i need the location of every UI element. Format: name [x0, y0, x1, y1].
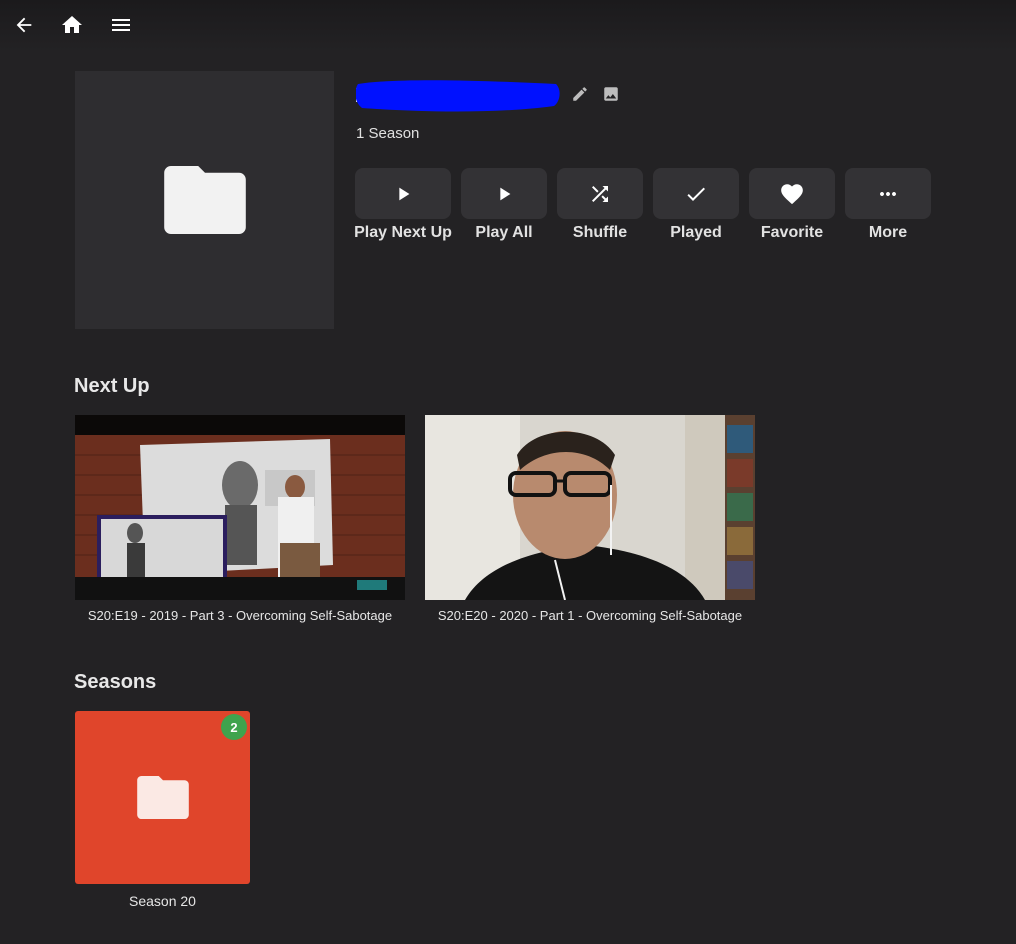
next-up-heading: Next Up: [74, 375, 150, 397]
menu-button[interactable]: [106, 10, 136, 40]
top-app-bar: [0, 0, 1016, 52]
more-horiz-icon: [880, 191, 896, 196]
play-next-up-box: [355, 168, 451, 219]
season-count: 1 Season: [356, 125, 420, 142]
image-icon: [604, 87, 618, 101]
shuffle-box: [557, 168, 643, 219]
more-label: More: [868, 224, 908, 241]
episode-thumbnail: [425, 415, 755, 600]
more-box: [845, 168, 931, 219]
play-icon: [399, 187, 410, 200]
shuffle-label: Shuffle: [572, 224, 628, 241]
back-button[interactable]: [9, 10, 39, 40]
played-label: Played: [670, 224, 722, 241]
episode-thumbnail: [75, 415, 405, 600]
played-button[interactable]: Played: [653, 168, 739, 242]
play-next-up-button[interactable]: Play Next Up: [354, 168, 452, 242]
seasons-heading: Seasons: [74, 671, 157, 693]
next-up-card[interactable]: S20:E19 - 2019 - Part 3 - Overcoming Sel…: [75, 415, 405, 623]
played-box: [653, 168, 739, 219]
episode-title: S20:E19 - 2019 - Part 3 - Overcoming Sel…: [87, 608, 393, 623]
pencil-icon: [573, 87, 587, 101]
next-up-card[interactable]: S20:E20 - 2020 - Part 1 - Overcoming Sel…: [425, 415, 755, 623]
play-all-label: Play All: [475, 224, 533, 241]
series-poster: [75, 71, 334, 329]
season-name: Season 20: [129, 893, 196, 909]
home-icon: [62, 16, 82, 33]
menu-icon: [112, 19, 130, 31]
series-title-redacted: [356, 80, 560, 112]
home-button[interactable]: [57, 10, 87, 40]
episode-20-image: [425, 415, 755, 600]
play-all-button[interactable]: Play All: [461, 168, 547, 242]
folder-icon: [136, 776, 189, 819]
season-card[interactable]: 2 Season 20: [75, 711, 250, 909]
heart-icon: [781, 183, 803, 204]
play-icon: [500, 187, 511, 200]
shuffle-button[interactable]: Shuffle: [557, 168, 643, 242]
favorite-button[interactable]: Favorite: [749, 168, 835, 242]
check-icon: [687, 187, 705, 201]
edit-metadata-button[interactable]: [571, 85, 589, 108]
edit-images-button[interactable]: [602, 85, 620, 108]
favorite-label: Favorite: [760, 224, 824, 241]
season-tile: 2: [75, 711, 250, 884]
episode-19-image: [75, 415, 405, 600]
shuffle-icon: [592, 185, 608, 202]
more-button[interactable]: More: [845, 168, 931, 242]
folder-icon: [163, 166, 246, 234]
favorite-box: [749, 168, 835, 219]
play-next-up-label: Play Next Up: [354, 224, 452, 241]
episode-title: S20:E20 - 2020 - Part 1 - Overcoming Sel…: [437, 608, 743, 623]
unplayed-count-badge: 2: [221, 714, 247, 740]
play-all-box: [461, 168, 547, 219]
arrow-back-icon: [16, 17, 32, 33]
